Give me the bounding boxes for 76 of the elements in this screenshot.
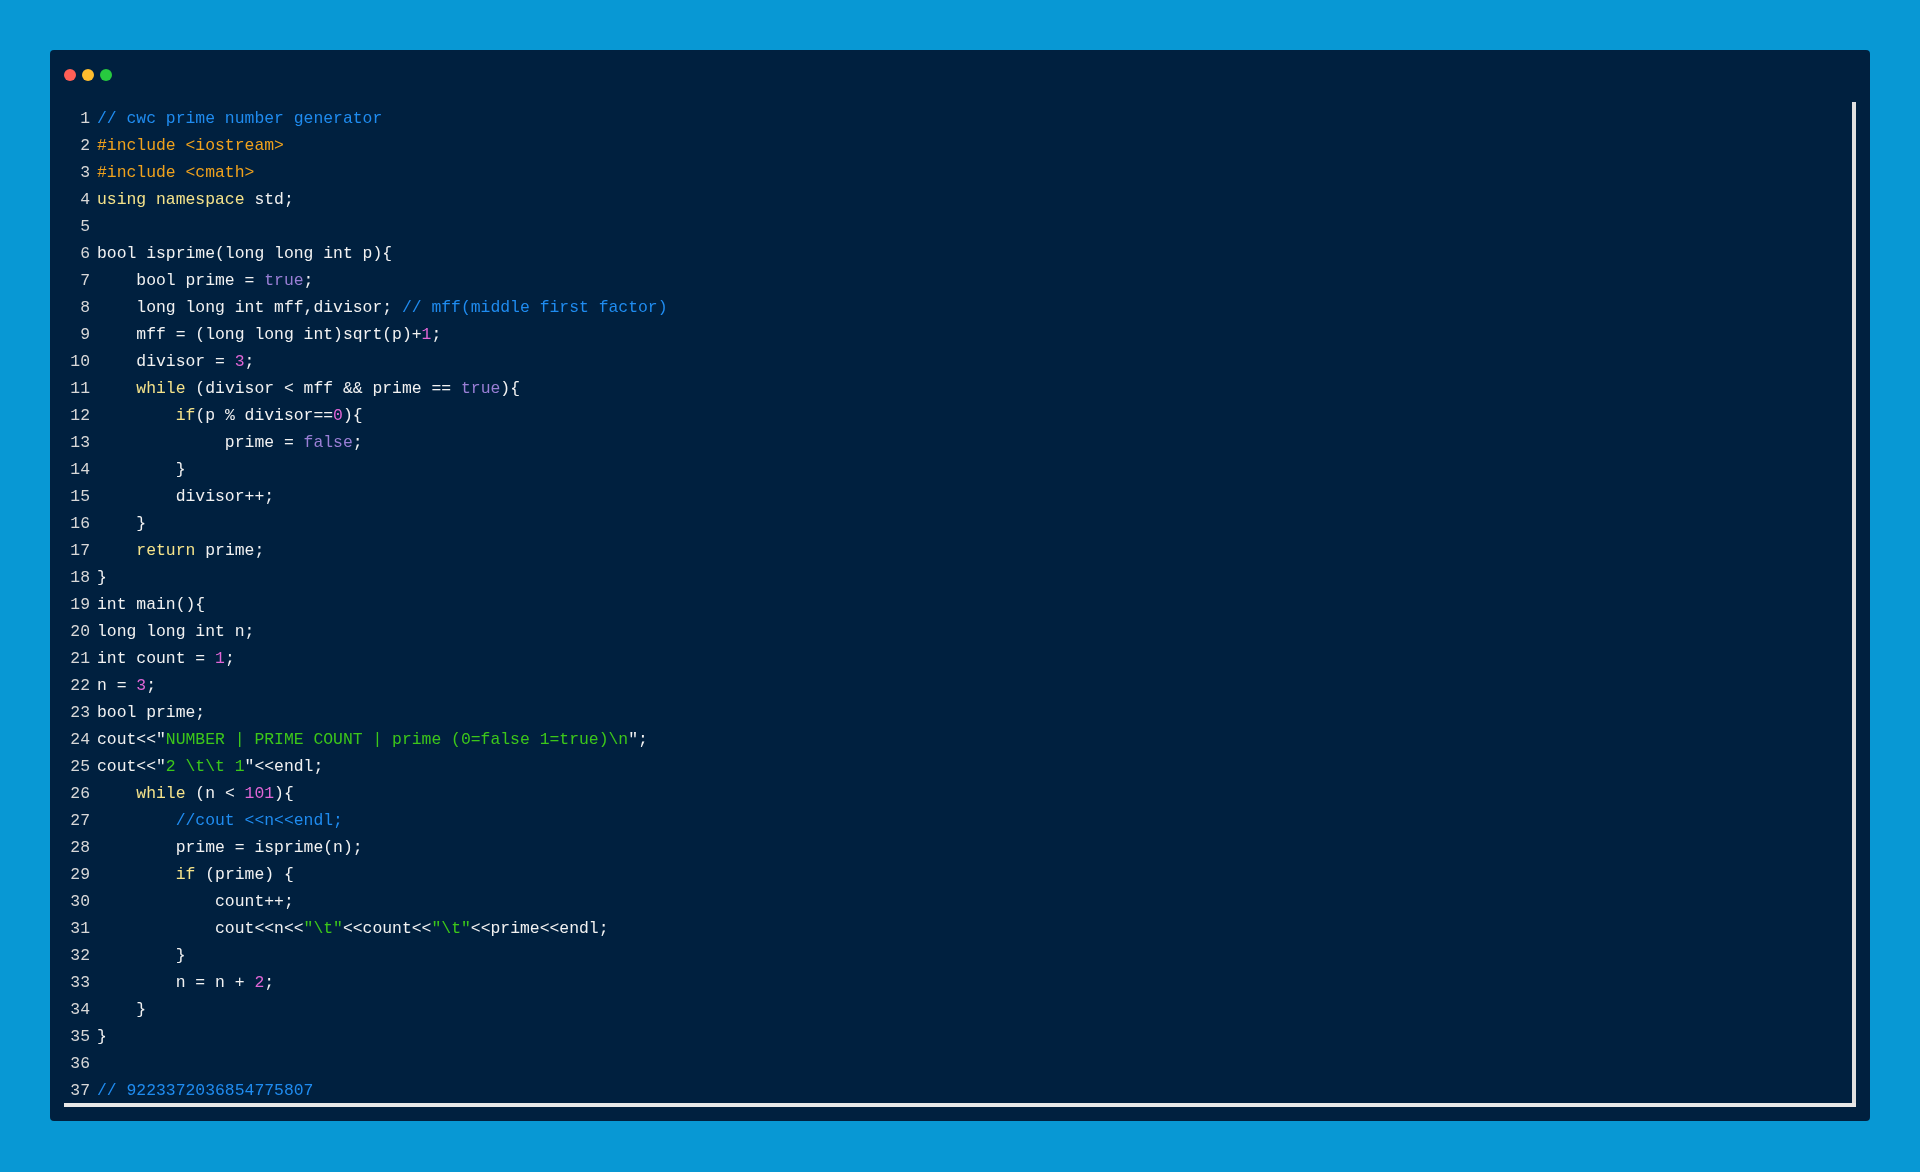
window-close-button[interactable] bbox=[64, 69, 76, 81]
line-number: 13 bbox=[69, 432, 91, 454]
code-line: while (divisor < mff && prime == true){ bbox=[135, 378, 520, 400]
line-number: 9 bbox=[79, 324, 91, 346]
code-line: count++; bbox=[214, 891, 294, 913]
line-number: 36 bbox=[69, 1053, 91, 1075]
horizontal-scrollbar[interactable] bbox=[64, 1103, 1856, 1107]
code-line: // cwc prime number generator bbox=[97, 108, 383, 130]
line-number: 11 bbox=[69, 378, 91, 400]
line-number: 3 bbox=[79, 162, 91, 184]
line-number: 23 bbox=[69, 702, 91, 724]
code-line: #include <cmath> bbox=[97, 162, 255, 184]
line-number: 18 bbox=[69, 567, 91, 589]
code-line: int main(){ bbox=[97, 594, 206, 616]
line-number: 2 bbox=[79, 135, 91, 157]
code-line: n = 3; bbox=[97, 675, 157, 697]
code-line: bool prime; bbox=[97, 702, 206, 724]
line-number: 14 bbox=[69, 459, 91, 481]
line-number: 15 bbox=[69, 486, 91, 508]
code-line: } bbox=[97, 567, 107, 589]
line-number: 30 bbox=[69, 891, 91, 913]
code-line: long long int n; bbox=[97, 621, 255, 643]
line-number: 21 bbox=[69, 648, 91, 670]
window-minimize-button[interactable] bbox=[82, 69, 94, 81]
line-number: 24 bbox=[69, 729, 91, 751]
code-line: bool isprime(long long int p){ bbox=[97, 243, 393, 265]
line-number: 22 bbox=[69, 675, 91, 697]
line-number: 5 bbox=[79, 216, 91, 238]
code-line: cout<<"NUMBER | PRIME COUNT | prime (0=false 1=true)\n"; bbox=[97, 729, 648, 751]
line-number: 29 bbox=[69, 864, 91, 886]
code-line: prime = false; bbox=[223, 432, 363, 454]
code-line: return prime; bbox=[135, 540, 265, 562]
line-number: 8 bbox=[79, 297, 91, 319]
code-line: // 9223372036854775807 bbox=[97, 1080, 314, 1102]
code-line: n = n + 2; bbox=[174, 972, 275, 994]
code-line: divisor = 3; bbox=[135, 351, 255, 373]
line-number: 35 bbox=[69, 1026, 91, 1048]
code-line: #include <iostream> bbox=[97, 135, 284, 157]
code-line: int count = 1; bbox=[97, 648, 235, 670]
line-number: 27 bbox=[69, 810, 91, 832]
code-line: if (prime) { bbox=[174, 864, 294, 886]
code-line: divisor++; bbox=[174, 486, 275, 508]
code-line: } bbox=[135, 999, 147, 1021]
code-line: } bbox=[97, 1026, 107, 1048]
line-number: 4 bbox=[79, 189, 91, 211]
code-line: if(p % divisor==0){ bbox=[174, 405, 363, 427]
line-number: 20 bbox=[69, 621, 91, 643]
code-line: } bbox=[174, 945, 186, 967]
line-number: 10 bbox=[69, 351, 91, 373]
code-line: prime = isprime(n); bbox=[174, 837, 363, 859]
code-line: } bbox=[135, 513, 147, 535]
line-number: 12 bbox=[69, 405, 91, 427]
line-number: 16 bbox=[69, 513, 91, 535]
line-number: 6 bbox=[79, 243, 91, 265]
code-line: //cout <<n<<endl; bbox=[174, 810, 343, 832]
line-number: 25 bbox=[69, 756, 91, 778]
line-number: 19 bbox=[69, 594, 91, 616]
line-number: 31 bbox=[69, 918, 91, 940]
code-line: } bbox=[174, 459, 186, 481]
code-line: cout<<"2 \t\t 1"<<endl; bbox=[97, 756, 324, 778]
line-number: 37 bbox=[69, 1080, 91, 1102]
code-line: bool prime = true; bbox=[135, 270, 314, 292]
code-line: using namespace std; bbox=[97, 189, 294, 211]
line-number: 17 bbox=[69, 540, 91, 562]
line-number: 28 bbox=[69, 837, 91, 859]
code-line: cout<<n<<"\t"<<count<<"\t"<<prime<<endl; bbox=[214, 918, 609, 940]
code-line: long long int mff,divisor; // mff(middle first factor) bbox=[135, 297, 668, 319]
window-maximize-button[interactable] bbox=[100, 69, 112, 81]
code-line: mff = (long long int)sqrt(p)+1; bbox=[135, 324, 442, 346]
line-number: 34 bbox=[69, 999, 91, 1021]
code-line: while (n < 101){ bbox=[135, 783, 294, 805]
line-number: 1 bbox=[79, 108, 91, 130]
line-number: 26 bbox=[69, 783, 91, 805]
line-number: 32 bbox=[69, 945, 91, 967]
line-number: 7 bbox=[79, 270, 91, 292]
line-number: 33 bbox=[69, 972, 91, 994]
